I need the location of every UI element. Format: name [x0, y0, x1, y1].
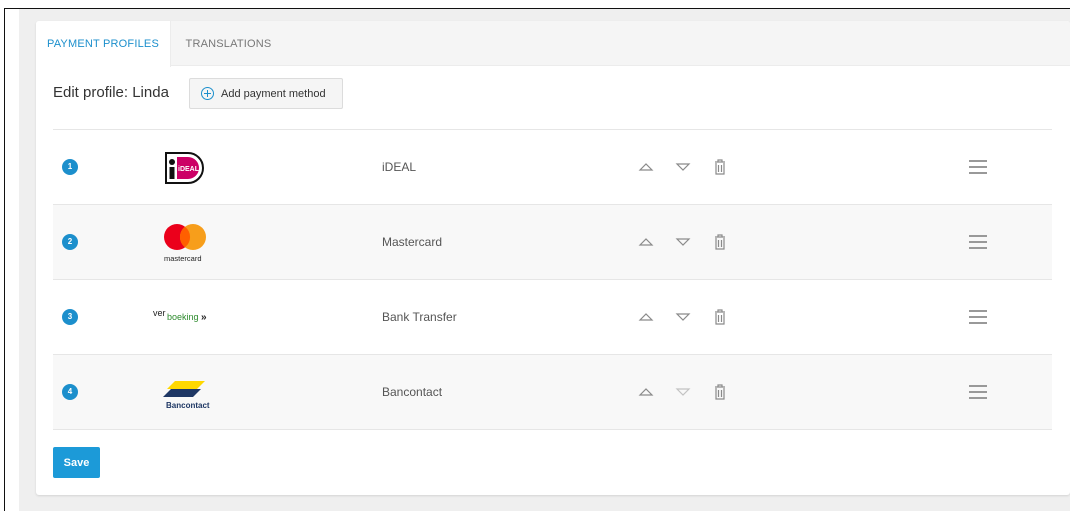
bancontact-logo: Bancontact [163, 381, 210, 410]
page-title: Edit profile: Linda [53, 84, 169, 101]
move-down-icon[interactable] [674, 158, 692, 176]
overboeking-logo: over boeking » [153, 308, 207, 323]
payment-method-row[interactable]: 1 iDEAL iDEAL [53, 130, 1052, 205]
add-payment-method-label: Add payment method [221, 88, 326, 100]
position-badge: 3 [62, 309, 78, 325]
move-up-icon[interactable] [637, 308, 655, 326]
ideal-logo: iDEAL [165, 152, 204, 184]
svg-text:over: over [153, 308, 166, 318]
mastercard-logo: mastercard [164, 224, 206, 263]
save-button[interactable]: Save [53, 447, 100, 478]
position-badge: 2 [62, 234, 78, 250]
svg-text:Bancontact: Bancontact [166, 401, 210, 410]
trash-icon[interactable] [711, 233, 729, 251]
svg-text:mastercard: mastercard [164, 254, 202, 263]
payment-method-name: Bancontact [382, 385, 443, 399]
svg-text:»: » [201, 312, 207, 323]
tab-bar: PAYMENT PROFILES TRANSLATIONS [36, 21, 1070, 67]
payment-profile-card: PAYMENT PROFILES TRANSLATIONS Edit profi… [36, 21, 1070, 495]
svg-text:boeking: boeking [167, 312, 199, 322]
tab-translations[interactable]: TRANSLATIONS [171, 21, 286, 67]
move-up-icon[interactable] [637, 158, 655, 176]
add-payment-method-button[interactable]: Add payment method [189, 78, 343, 109]
drag-handle-icon[interactable] [969, 235, 987, 249]
move-down-icon[interactable] [674, 383, 692, 401]
payment-method-name: Bank Transfer [382, 310, 457, 324]
tab-payment-profiles[interactable]: PAYMENT PROFILES [36, 21, 171, 67]
plus-circle-icon [201, 87, 214, 100]
payment-method-name: iDEAL [382, 160, 417, 174]
move-down-icon[interactable] [674, 308, 692, 326]
position-badge: 4 [62, 384, 78, 400]
svg-text:iDEAL: iDEAL [178, 166, 200, 173]
drag-handle-icon[interactable] [969, 310, 987, 324]
drag-handle-icon[interactable] [969, 385, 987, 399]
payment-methods-list: 1 iDEAL iDEAL 2 mastercard Mastercard 3 … [53, 129, 1052, 430]
page-background: PAYMENT PROFILES TRANSLATIONS Edit profi… [19, 9, 1070, 511]
frame-border-left [4, 8, 5, 511]
position-badge: 1 [62, 159, 78, 175]
payment-method-row[interactable]: 4 Bancontact Bancontact [53, 355, 1052, 430]
move-down-icon[interactable] [674, 233, 692, 251]
drag-handle-icon[interactable] [969, 160, 987, 174]
payment-method-name: Mastercard [382, 235, 443, 249]
move-up-icon[interactable] [637, 383, 655, 401]
move-up-icon[interactable] [637, 233, 655, 251]
payment-method-row[interactable]: 3 over boeking » Bank Transfer [53, 280, 1052, 355]
trash-icon[interactable] [711, 308, 729, 326]
trash-icon[interactable] [711, 383, 729, 401]
payment-method-row[interactable]: 2 mastercard Mastercard [53, 205, 1052, 280]
trash-icon[interactable] [711, 158, 729, 176]
